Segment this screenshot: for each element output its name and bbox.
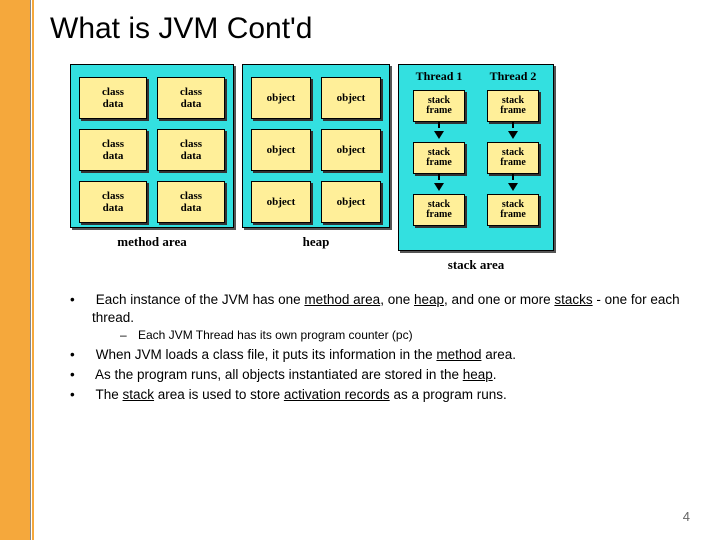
stack-frame-cell: stack frame (407, 90, 471, 142)
jvm-diagram: class data class data class data class d… (70, 64, 700, 273)
stack-frame-cell: stack frame (481, 194, 545, 246)
thread1-header: Thread 1 (407, 69, 471, 84)
underline-term: stacks (554, 292, 592, 307)
stack-frame: stack frame (487, 90, 539, 122)
stack-frame: stack frame (413, 194, 465, 226)
class-data-cell: class data (79, 129, 147, 171)
underline-term: stack (123, 387, 155, 402)
arrow-icon (434, 131, 444, 139)
stack-frame-cell: stack frame (407, 194, 471, 246)
stack-frame-cell: stack frame (481, 90, 545, 142)
arrow-icon (508, 183, 518, 191)
stack-frame: stack frame (487, 194, 539, 226)
object-cell: object (251, 181, 311, 223)
stack-area-label: stack area (398, 251, 554, 273)
bullet-4: The stack area is used to store activati… (70, 386, 700, 404)
underline-term: method (436, 347, 481, 362)
arrow-icon (512, 122, 514, 128)
underline-term: activation records (284, 387, 390, 402)
bullet-1: Each instance of the JVM has one method … (70, 291, 700, 344)
slide-accent-bar (0, 0, 34, 540)
object-cell: object (321, 181, 381, 223)
underline-term: heap (463, 367, 493, 382)
arrow-icon (438, 122, 440, 128)
heap-label: heap (242, 228, 390, 250)
bullet-3: As the program runs, all objects instant… (70, 366, 700, 384)
class-data-cell: class data (79, 181, 147, 223)
stack-area-panel: Thread 1 Thread 2 stack frame stack fram… (398, 64, 554, 273)
class-data-cell: class data (79, 77, 147, 119)
thread2-header: Thread 2 (481, 69, 545, 84)
class-data-cell: class data (157, 181, 225, 223)
slide-title: What is JVM Cont'd (50, 12, 700, 46)
object-cell: object (321, 77, 381, 119)
stack-frame: stack frame (413, 90, 465, 122)
method-area-label: method area (70, 228, 234, 250)
stack-frame: stack frame (413, 142, 465, 174)
arrow-icon (434, 183, 444, 191)
stack-frame-cell: stack frame (407, 142, 471, 194)
class-data-cell: class data (157, 77, 225, 119)
heap-panel: object object object object object objec… (242, 64, 390, 273)
sub-bullet-1: Each JVM Thread has its own program coun… (120, 327, 700, 343)
bullet-list: Each instance of the JVM has one method … (70, 291, 700, 404)
stack-frame-cell: stack frame (481, 142, 545, 194)
bullet-2: When JVM loads a class file, it puts its… (70, 346, 700, 364)
underline-term: method area (304, 292, 380, 307)
object-cell: object (321, 129, 381, 171)
class-data-cell: class data (157, 129, 225, 171)
object-cell: object (251, 129, 311, 171)
arrow-icon (512, 174, 514, 180)
slide-content: What is JVM Cont'd class data class data… (50, 12, 700, 406)
method-area-panel: class data class data class data class d… (70, 64, 234, 273)
page-number: 4 (683, 509, 690, 524)
underline-term: heap (414, 292, 444, 307)
arrow-icon (438, 174, 440, 180)
stack-frame: stack frame (487, 142, 539, 174)
object-cell: object (251, 77, 311, 119)
arrow-icon (508, 131, 518, 139)
